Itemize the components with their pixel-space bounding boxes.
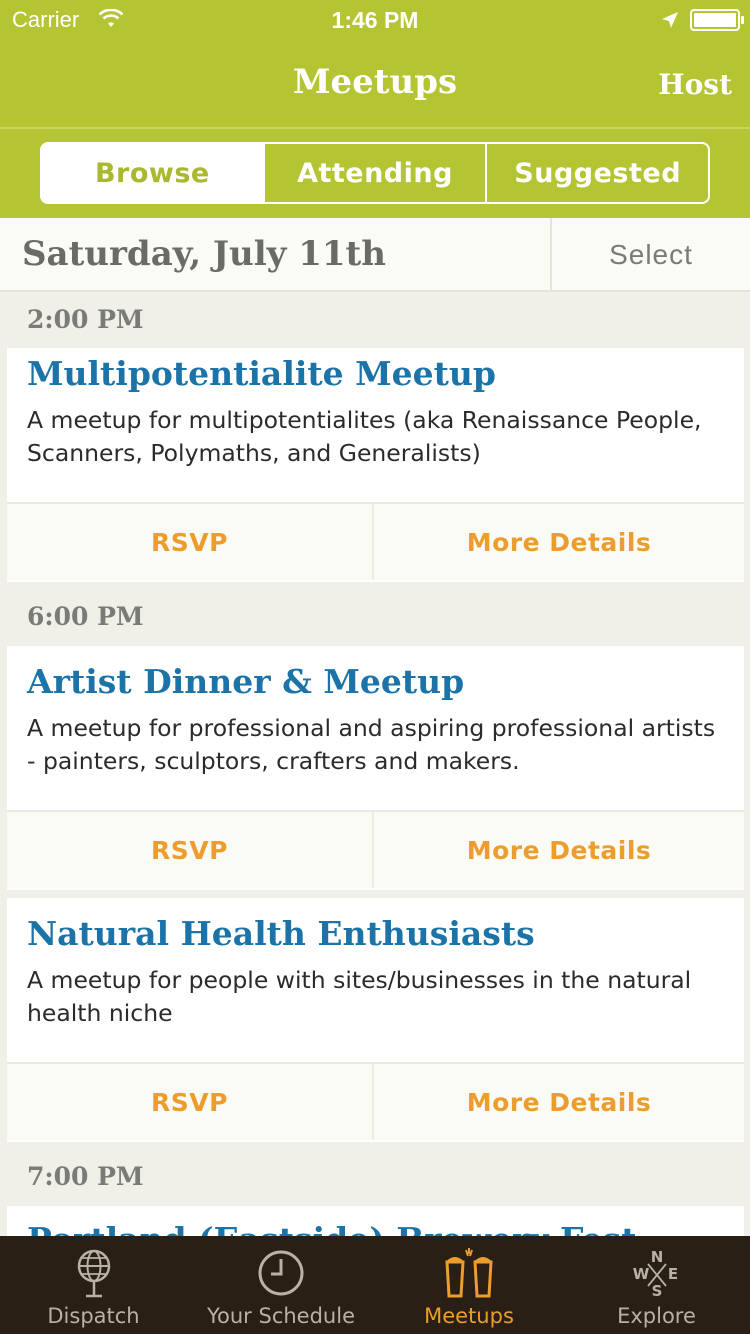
tab-label: Meetups	[424, 1304, 514, 1328]
clock-icon	[258, 1250, 304, 1296]
date-header: Saturday, July 11th Select	[0, 218, 750, 292]
tab-bar: Dispatch Your Schedule Meetups N W E S E…	[0, 1236, 750, 1334]
segment-suggested[interactable]: Suggested	[485, 144, 708, 202]
time-header: 6:00 PM	[27, 602, 144, 631]
rsvp-button[interactable]: RSVP	[7, 504, 374, 580]
meetup-actions: RSVP More Details	[7, 502, 744, 580]
host-button[interactable]: Host	[658, 68, 732, 101]
tab-dispatch[interactable]: Dispatch	[0, 1236, 187, 1334]
compass-icon: N W E S	[632, 1248, 677, 1300]
rsvp-button[interactable]: RSVP	[7, 1064, 374, 1140]
globe-icon	[77, 1249, 110, 1298]
header: Carrier 1:46 PM Meetups Host Browse Atte…	[0, 0, 750, 218]
meetup-description: A meetup for professional and aspiring p…	[27, 714, 716, 775]
clock-time: 1:46 PM	[331, 7, 419, 33]
beer-mugs-icon	[445, 1248, 493, 1298]
svg-text:W: W	[632, 1265, 649, 1283]
select-button[interactable]: Select	[552, 218, 750, 292]
meetup-actions: RSVP More Details	[7, 1062, 744, 1140]
tab-explore[interactable]: N W E S Explore	[563, 1236, 750, 1334]
tab-meetups[interactable]: Meetups	[375, 1236, 563, 1334]
divider	[0, 127, 750, 129]
time-header: 7:00 PM	[27, 1162, 144, 1191]
meetup-actions: RSVP More Details	[7, 810, 744, 888]
meetup-description: A meetup for multipotentialites (aka Ren…	[27, 406, 702, 467]
meetup-title[interactable]: Artist Dinner & Meetup	[27, 662, 464, 701]
svg-text:S: S	[651, 1282, 662, 1300]
battery-icon	[690, 9, 744, 31]
time-header: 2:00 PM	[27, 305, 144, 334]
meetup-title[interactable]: Natural Health Enthusiasts	[27, 914, 535, 953]
svg-text:E: E	[667, 1265, 677, 1283]
segmented-control: Browse Attending Suggested	[40, 142, 710, 204]
tab-label: Your Schedule	[206, 1304, 355, 1328]
meetup-title[interactable]: Multipotentialite Meetup	[27, 354, 496, 393]
meetup-card: Natural Health Enthusiasts A meetup for …	[7, 898, 744, 1142]
tab-your-schedule[interactable]: Your Schedule	[187, 1236, 375, 1334]
more-details-button[interactable]: More Details	[374, 504, 744, 580]
location-arrow-icon	[662, 12, 678, 28]
meetup-card: Artist Dinner & Meetup A meetup for prof…	[7, 646, 744, 890]
meetup-description: A meetup for people with sites/businesse…	[27, 966, 692, 1027]
tab-label: Explore	[617, 1304, 696, 1328]
rsvp-button[interactable]: RSVP	[7, 812, 374, 888]
page-title: Meetups	[292, 62, 458, 102]
meetup-card: Multipotentialite Meetup A meetup for mu…	[7, 348, 744, 582]
segment-browse[interactable]: Browse	[42, 144, 263, 202]
more-details-button[interactable]: More Details	[374, 812, 744, 888]
tab-label: Dispatch	[47, 1304, 140, 1328]
date-label: Saturday, July 11th	[22, 234, 386, 274]
svg-text:N: N	[650, 1248, 663, 1266]
status-bar: Carrier 1:46 PM	[0, 0, 750, 40]
more-details-button[interactable]: More Details	[374, 1064, 744, 1140]
segment-attending[interactable]: Attending	[262, 144, 486, 202]
